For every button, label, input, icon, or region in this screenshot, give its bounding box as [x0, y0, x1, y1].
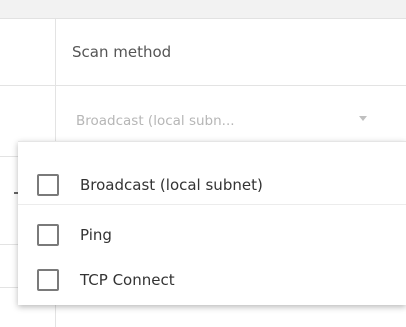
option-label: Broadcast (local subnet)	[80, 175, 263, 194]
caret-down-icon[interactable]	[359, 116, 367, 121]
option-ping[interactable]: Ping	[18, 215, 406, 255]
scan-method-editor: Scan method Broadcast (local subn... Bro…	[0, 0, 406, 327]
checkbox-icon[interactable]	[37, 269, 59, 291]
column-header-label: Scan method	[72, 43, 172, 61]
option-tcp-connect[interactable]: TCP Connect	[18, 260, 406, 300]
table-top-strip	[0, 0, 406, 19]
scan-method-dropdown: Broadcast (local subnet) Ping TCP Connec…	[18, 141, 406, 305]
select-current-value: Broadcast (local subn...	[76, 113, 235, 129]
checkbox-icon[interactable]	[37, 173, 59, 196]
option-label: Ping	[80, 226, 112, 244]
checkbox-icon[interactable]	[37, 224, 59, 246]
column-header-scan-method: Scan method	[56, 19, 406, 85]
option-label: TCP Connect	[80, 271, 175, 289]
option-broadcast-local-subnet[interactable]: Broadcast (local subnet)	[18, 165, 406, 205]
